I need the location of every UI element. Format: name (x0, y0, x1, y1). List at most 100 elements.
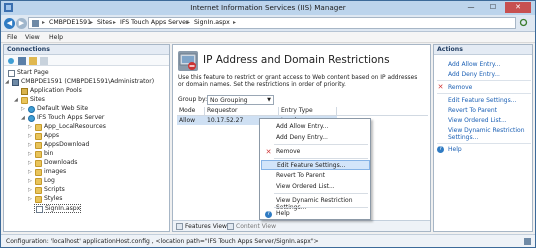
ctx-add-allow-entry[interactable]: Add Allow Entry... (261, 122, 370, 132)
menu-bar: File View Help (1, 32, 535, 43)
column-header-requestor[interactable]: Requestor (205, 107, 279, 116)
actions-header: Actions (434, 45, 532, 55)
tab-content-view[interactable]: Content View (236, 223, 276, 230)
help-icon: ? (437, 146, 444, 153)
expand-icon[interactable]: ▷ (28, 178, 32, 184)
expand-icon[interactable]: ▷ (28, 196, 32, 202)
ctx-view-dynamic-restriction-settings[interactable]: View Dynamic Restriction Settings... (261, 196, 370, 211)
context-menu: Add Allow Entry... Add Deny Entry... ✕ R… (259, 118, 371, 220)
remove-icon: ✕ (437, 83, 444, 91)
action-view-dynamic-restriction-settings[interactable]: View Dynamic Restriction Settings... (448, 127, 526, 141)
action-remove[interactable]: Remove (448, 84, 472, 91)
ctx-edit-feature-settings[interactable]: Edit Feature Settings... (261, 160, 370, 170)
column-header-mode[interactable]: Mode (177, 107, 205, 116)
features-view-icon (176, 223, 183, 230)
tree-node-signin[interactable]: SignIn.aspx (34, 204, 81, 213)
app-pool-icon (21, 88, 28, 95)
folder-icon (35, 124, 42, 131)
expand-icon[interactable]: ▷ (28, 133, 32, 139)
delete-connection-icon[interactable] (40, 57, 48, 65)
status-text: Configuration: 'localhost' applicationHo… (6, 238, 319, 245)
file-icon (36, 206, 43, 213)
ctx-revert-to-parent[interactable]: Revert To Parent (261, 171, 370, 181)
action-add-deny-entry[interactable]: Add Deny Entry... (448, 71, 500, 78)
actions-separator (437, 80, 531, 81)
server-icon (12, 79, 19, 86)
menu-view[interactable]: View (25, 34, 40, 41)
ctx-help[interactable]: ? Help (261, 209, 370, 219)
column-header-entry-type[interactable]: Entry Type (279, 107, 337, 116)
window-title: Internet Information Services (IIS) Mana… (190, 3, 346, 12)
actions-panel: Actions Add Allow Entry... Add Deny Entr… (433, 44, 533, 232)
tab-features-view[interactable]: Features View (185, 223, 227, 230)
maximize-button[interactable]: ☐ (483, 2, 503, 13)
breadcrumb[interactable]: ▸ CMBPDE1591 ▸ Sites ▸ IFS Touch Apps Se… (28, 17, 516, 29)
server-icon (32, 20, 39, 27)
group-by-select[interactable]: No Grouping ▼ (207, 95, 274, 105)
collapse-icon[interactable]: ◢ (5, 79, 9, 85)
breadcrumb-sites[interactable]: Sites (97, 19, 112, 26)
sites-folder-icon (21, 97, 28, 104)
connections-header: Connections (4, 45, 169, 55)
expand-icon[interactable]: ▷ (21, 106, 25, 112)
actions-separator (437, 93, 531, 94)
expand-icon[interactable]: ▷ (28, 151, 32, 157)
chevron-down-icon: ▼ (267, 97, 271, 103)
cell-requestor: 10.17.52.27 (207, 117, 244, 124)
ctx-add-deny-entry[interactable]: Add Deny Entry... (261, 133, 370, 143)
back-icon[interactable]: ◀ (4, 18, 15, 29)
menu-file[interactable]: File (7, 34, 17, 41)
close-button[interactable]: ✕ (505, 2, 531, 13)
expand-icon[interactable]: ▷ (28, 160, 32, 166)
action-edit-feature-settings[interactable]: Edit Feature Settings... (448, 97, 516, 104)
ctx-separator (274, 144, 368, 145)
menu-help[interactable]: Help (49, 34, 63, 41)
address-bar: ◀ ▶ ▸ CMBPDE1591 ▸ Sites ▸ IFS Touch App… (1, 15, 535, 32)
title-bar: Internet Information Services (IIS) Mana… (1, 1, 535, 15)
network-status-icon (524, 238, 531, 245)
action-help[interactable]: Help (448, 146, 462, 153)
folder-icon (35, 169, 42, 176)
up-level-icon[interactable] (29, 57, 37, 65)
breadcrumb-site[interactable]: IFS Touch Apps Server (120, 19, 188, 26)
globe-icon (28, 115, 35, 122)
remove-icon: ✕ (265, 148, 272, 156)
save-icon[interactable] (18, 57, 26, 65)
forward-icon[interactable]: ▶ (16, 18, 27, 29)
ctx-view-ordered-list[interactable]: View Ordered List... (261, 182, 370, 192)
folder-icon (35, 151, 42, 158)
action-revert-to-parent[interactable]: Revert To Parent (448, 107, 497, 114)
breadcrumb-server[interactable]: CMBPDE1591 (49, 19, 91, 26)
start-page-icon (8, 70, 15, 77)
minimize-button[interactable]: — (461, 2, 481, 13)
ip-restrictions-icon (178, 51, 198, 71)
globe-icon (28, 106, 35, 113)
connections-toolbar (4, 55, 169, 66)
folder-icon (35, 196, 42, 203)
expand-icon[interactable]: ▷ (28, 142, 32, 148)
page-description: Use this feature to restrict or grant ac… (178, 75, 418, 89)
refresh-icon[interactable] (519, 18, 528, 27)
ctx-separator (274, 158, 368, 159)
folder-icon (35, 187, 42, 194)
view-tabs: Features View Content View (173, 220, 430, 231)
breadcrumb-page[interactable]: SignIn.aspx (194, 19, 230, 26)
action-view-ordered-list[interactable]: View Ordered List... (448, 117, 507, 124)
cell-mode: Allow (179, 117, 196, 124)
page-title: IP Address and Domain Restrictions (203, 54, 390, 66)
folder-icon (35, 133, 42, 140)
group-by-label: Group by: (178, 96, 208, 103)
connect-icon[interactable] (7, 57, 15, 65)
collapse-icon[interactable]: ◢ (21, 115, 25, 121)
actions-separator (437, 143, 531, 144)
ctx-remove[interactable]: ✕ Remove (261, 147, 370, 157)
folder-icon (35, 160, 42, 167)
folder-icon (35, 178, 42, 185)
expand-icon[interactable]: ▷ (28, 169, 32, 175)
expand-icon[interactable]: ▷ (28, 124, 32, 130)
table-header: Mode Requestor Entry Type (177, 107, 428, 116)
expand-icon[interactable]: ▷ (28, 187, 32, 193)
collapse-icon[interactable]: ◢ (14, 97, 18, 103)
ctx-separator (274, 193, 368, 194)
action-add-allow-entry[interactable]: Add Allow Entry... (448, 61, 500, 68)
